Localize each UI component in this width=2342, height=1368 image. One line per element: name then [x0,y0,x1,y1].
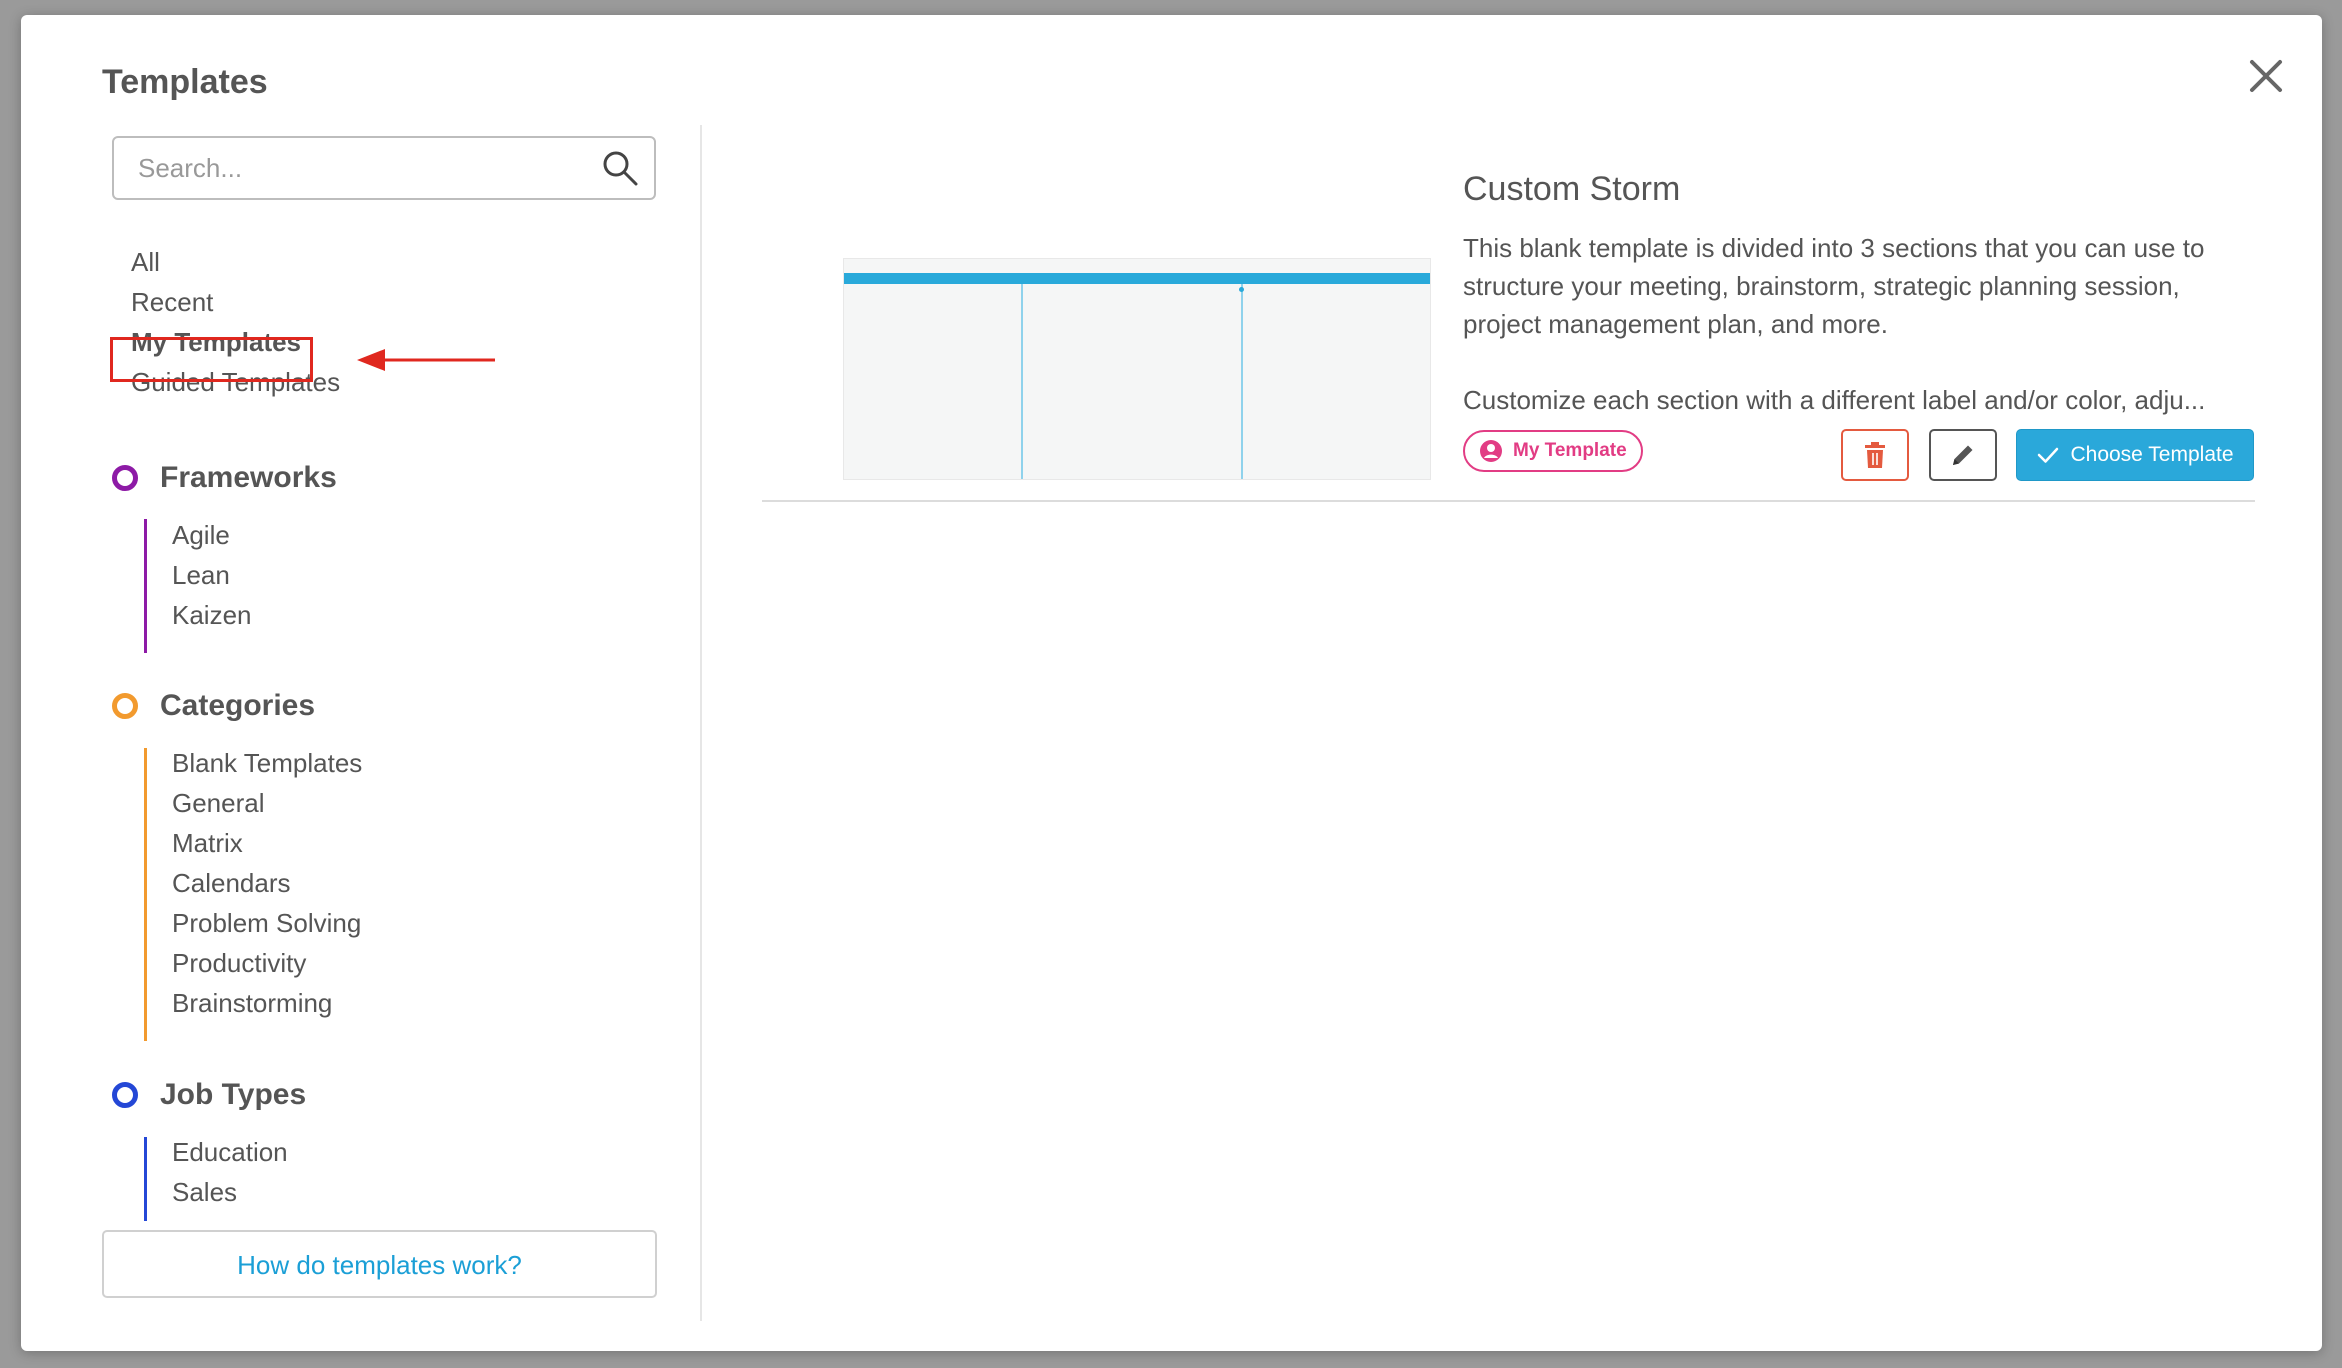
job-types-item-education[interactable]: Education [172,1137,288,1168]
choose-template-label: Choose Template [2070,443,2234,466]
frameworks-item-lean[interactable]: Lean [172,560,230,591]
template-title: Custom Storm [1463,170,1681,208]
preview-column-divider [1241,284,1243,479]
categories-item-matrix[interactable]: Matrix [172,828,243,859]
preview-dot [1239,287,1244,292]
categories-item-calendars[interactable]: Calendars [172,868,291,899]
categories-bar [144,748,147,1041]
choose-template-button[interactable]: Choose Template [2016,429,2254,481]
categories-ring-icon [112,693,138,719]
preview-column-divider [1021,284,1023,479]
categories-item-general[interactable]: General [172,788,265,819]
template-card-divider [762,500,2255,502]
nav-link-all[interactable]: All [121,245,170,280]
job-types-bar [144,1137,147,1221]
badge-label: My Template [1513,440,1627,461]
categories-item-productivity[interactable]: Productivity [172,948,306,979]
arrow-left-icon [357,349,495,371]
categories-item-blank-templates[interactable]: Blank Templates [172,748,362,779]
search-input[interactable] [114,138,600,198]
nav-link-my-templates[interactable]: My Templates [121,325,311,360]
job-types-item-sales[interactable]: Sales [172,1177,237,1208]
group-frameworks[interactable]: Frameworks [112,461,337,495]
sidebar-divider [700,125,702,1321]
check-icon [2038,447,2059,463]
nav-link-guided-templates[interactable]: Guided Templates [121,365,350,400]
template-description-more: Customize each section with a different … [1463,385,2206,415]
categories-item-brainstorming[interactable]: Brainstorming [172,988,332,1019]
edit-template-button[interactable] [1929,429,1997,481]
modal-title: Templates [102,63,268,101]
trash-icon [1865,442,1885,468]
categories-item-problem-solving[interactable]: Problem Solving [172,908,361,939]
group-categories[interactable]: Categories [112,689,315,723]
nav-link-recent[interactable]: Recent [121,285,223,320]
group-job-types[interactable]: Job Types [112,1078,306,1112]
group-title: Job Types [160,1078,307,1111]
close-button[interactable] [2243,53,2289,99]
frameworks-ring-icon [112,465,138,491]
frameworks-bar [144,519,147,653]
search-box [112,136,656,200]
templates-modal: Templates All Recent My Templates Guided… [21,15,2322,1351]
group-title: Categories [160,689,316,722]
user-icon [1480,440,1502,462]
pencil-icon [1953,445,1973,465]
job-types-ring-icon [112,1082,138,1108]
how-templates-work-button[interactable]: How do templates work? [102,1230,657,1298]
template-preview[interactable] [843,258,1431,480]
template-description: This blank template is divided into 3 se… [1463,233,2205,339]
group-title: Frameworks [160,461,337,494]
my-template-badge: My Template [1463,430,1643,472]
close-icon [2250,60,2282,92]
search-icon[interactable] [600,148,640,188]
preview-header-bar [844,273,1430,284]
frameworks-item-kaizen[interactable]: Kaizen [172,600,252,631]
frameworks-item-agile[interactable]: Agile [172,520,230,551]
delete-template-button[interactable] [1841,429,1909,481]
